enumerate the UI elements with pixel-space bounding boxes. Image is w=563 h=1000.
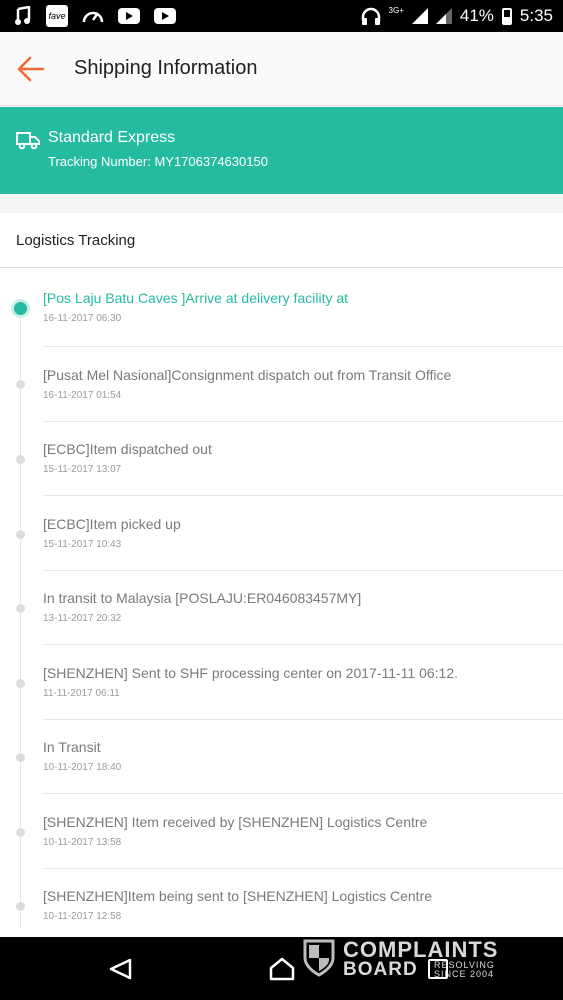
event-separator xyxy=(43,644,563,645)
event-time: 10-11-2017 18:40 xyxy=(43,762,122,773)
event-separator xyxy=(43,719,563,720)
event-time: 16-11-2017 06:30 xyxy=(43,313,122,324)
event-description: [SHENZHEN]Item being sent to [SHENZHEN] … xyxy=(43,888,433,904)
event-time: 11-11-2017 06:11 xyxy=(43,688,120,699)
event-separator xyxy=(43,495,563,496)
event-time: 15-11-2017 10:43 xyxy=(43,539,122,550)
timeline-dot xyxy=(16,604,25,613)
network-type: 3G+ xyxy=(388,5,404,15)
timeline-dot xyxy=(16,455,25,464)
event-separator xyxy=(43,868,563,869)
youtube-icon xyxy=(154,8,176,24)
headphones-icon xyxy=(361,7,380,25)
logistics-tracking-card: Logistics Tracking [Pos Laju Batu Caves … xyxy=(0,213,563,937)
event-separator xyxy=(43,346,563,347)
event-separator xyxy=(43,570,563,571)
event-separator xyxy=(43,793,563,794)
battery-percent: 41% xyxy=(459,6,494,25)
event-time: 10-11-2017 12:58 xyxy=(43,911,122,922)
event-description: [Pusat Mel Nasional]Consignment dispatch… xyxy=(43,367,452,383)
app-bar: Shipping Information xyxy=(0,32,563,106)
shipping-summary: Standard Express Tracking Number: MY1706… xyxy=(0,107,563,194)
nav-back-icon[interactable] xyxy=(108,958,132,980)
event-description: [ECBC]Item picked up xyxy=(43,516,181,532)
battery-icon xyxy=(501,7,512,25)
shield-logo-icon xyxy=(303,939,335,977)
clock: 5:35 xyxy=(519,6,553,25)
event-description: In Transit xyxy=(43,739,101,755)
timeline-dot xyxy=(16,828,25,837)
timeline-dot xyxy=(16,530,25,539)
event-description: [Pos Laju Batu Caves ]Arrive at delivery… xyxy=(43,290,349,306)
timeline-dot xyxy=(16,902,25,911)
section-title: Logistics Tracking xyxy=(16,232,136,249)
event-description: In transit to Malaysia [POSLAJU:ER046083… xyxy=(43,590,362,606)
notification-icons: fave xyxy=(14,5,176,27)
speedometer-icon xyxy=(82,11,104,23)
carrier-name: Standard Express xyxy=(48,129,176,146)
tracking-number[interactable]: Tracking Number: MY1706374630150 xyxy=(48,154,268,169)
event-description: [SHENZHEN] Item received by [SHENZHEN] L… xyxy=(43,814,428,830)
fave-app-icon: fave xyxy=(46,5,68,27)
event-time: 10-11-2017 13:58 xyxy=(43,837,122,848)
music-icon xyxy=(15,6,31,25)
signal-icon xyxy=(411,8,428,24)
system-status: 3G+ 41% 5:35 xyxy=(361,4,553,28)
event-time: 16-11-2017 01:54 xyxy=(43,390,122,401)
complaints-board-watermark: COMPLAINTS BOARD RESOLVING SINCE 2004 xyxy=(302,937,516,982)
watermark-line2: BOARD xyxy=(343,959,418,980)
truck-icon xyxy=(16,132,40,150)
event-time: 13-11-2017 20:32 xyxy=(43,613,122,624)
timeline-dot xyxy=(16,679,25,688)
signal-icon xyxy=(435,8,452,24)
event-description: [SHENZHEN] Sent to SHF processing center… xyxy=(43,665,459,681)
page-title: Shipping Information xyxy=(74,57,258,79)
back-arrow-icon[interactable] xyxy=(15,54,47,84)
status-bar: fave 3G+ 41% 5:35 xyxy=(0,0,563,32)
divider xyxy=(0,267,563,268)
nav-home-icon[interactable] xyxy=(269,957,295,981)
youtube-icon xyxy=(118,8,140,24)
timeline-dot-active xyxy=(14,302,27,315)
event-separator xyxy=(43,421,563,422)
timeline-dot xyxy=(16,753,25,762)
watermark-tagline2: SINCE 2004 xyxy=(434,969,495,979)
event-description: [ECBC]Item dispatched out xyxy=(43,441,212,457)
timeline-dot xyxy=(16,380,25,389)
event-time: 15-11-2017 13:07 xyxy=(43,464,122,475)
